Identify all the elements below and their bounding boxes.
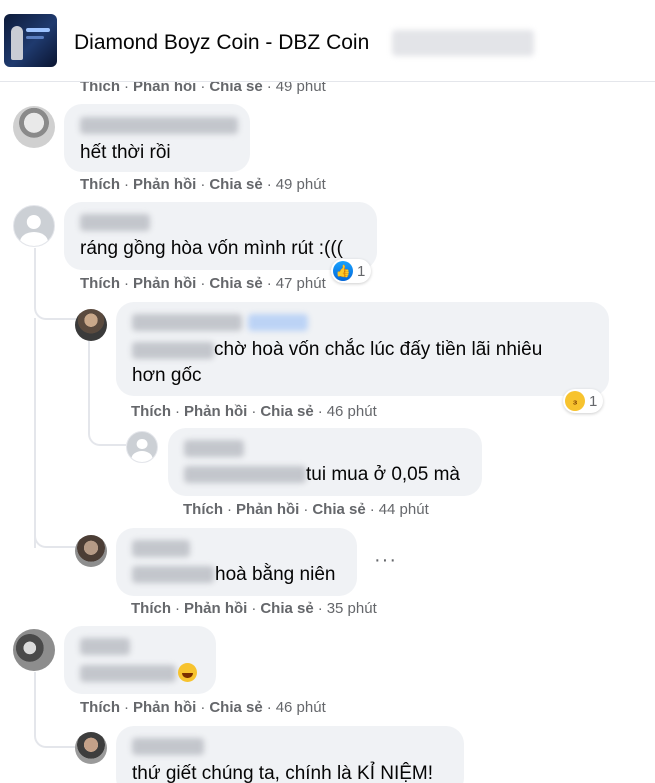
reply-actions: Thích · Phản hồi · Chia sẻ · 35 phút — [131, 600, 377, 617]
like-link[interactable]: Thích — [80, 275, 120, 292]
redacted-tag — [248, 314, 308, 331]
share-link[interactable]: Chia sẻ — [260, 600, 313, 617]
comment-bubble: hết thời rồi — [64, 104, 250, 172]
like-link[interactable]: Thích — [131, 600, 171, 617]
reply-link[interactable]: Phản hồi — [133, 699, 196, 716]
like-link[interactable]: Thích — [80, 699, 120, 716]
reaction-badge[interactable]: 👍 1 — [331, 259, 372, 283]
reply-link[interactable]: Phản hồi — [184, 403, 247, 420]
reply-link[interactable]: Phản hồi — [133, 275, 196, 292]
reply-text: chờ hoà vốn chắc lúc đấy tiền lãi nhiêu — [214, 339, 543, 360]
reply-bubble: thứ giết chúng ta, chính là KỈ NIỆM! — [116, 726, 464, 783]
timestamp[interactable]: 44 phút — [379, 501, 429, 518]
redacted-author-name — [132, 738, 204, 755]
share-link[interactable]: Chia sẻ — [209, 176, 262, 193]
like-icon: 👍 — [333, 261, 353, 281]
replier-avatar[interactable] — [75, 535, 107, 567]
redacted-author-name — [184, 440, 244, 457]
replier-avatar[interactable] — [75, 309, 107, 341]
haha-icon: ₃ — [565, 391, 585, 411]
comment-bubble: ráng gồng hòa vốn mình rút :((( — [64, 202, 377, 270]
comment-bubble — [64, 626, 216, 694]
timestamp[interactable]: 46 phút — [276, 699, 326, 716]
reply-text: hoà bằng niên — [215, 564, 336, 585]
thumbnail-subtitle-bar — [26, 36, 44, 39]
thread-connector — [34, 496, 76, 548]
reply-bubble: hoà bằng niên — [116, 528, 357, 596]
redacted-author-name — [80, 214, 150, 231]
person-figure-icon — [11, 26, 23, 60]
reply-text: thứ giết chúng ta, chính là KỈ NIỆM! — [132, 763, 434, 783]
commenter-avatar[interactable] — [13, 106, 55, 148]
redacted-author-name — [132, 314, 242, 331]
redacted-mention — [80, 665, 176, 682]
redacted-author-name — [80, 638, 130, 655]
comment-text: hết thời rồi — [80, 142, 171, 163]
page-avatar[interactable] — [4, 14, 57, 67]
post-header: Diamond Boyz Coin - DBZ Coin — [0, 0, 655, 82]
comment-actions: Thích · Phản hồi · Chia sẻ · 46 phút — [80, 699, 326, 716]
reply-link[interactable]: Phản hồi — [184, 600, 247, 617]
reply-actions: Thích · Phản hồi · Chia sẻ · 44 phút — [183, 501, 429, 518]
default-avatar-icon[interactable] — [13, 205, 55, 247]
redacted-mention — [132, 566, 214, 583]
laughing-emoji-icon — [178, 663, 197, 682]
reply-actions: Thích · Phản hồi · Chia sẻ · 46 phút — [131, 403, 377, 420]
commenter-avatar[interactable] — [13, 629, 55, 671]
share-link[interactable]: Chia sẻ — [209, 699, 262, 716]
thumbnail-title-bar — [26, 28, 50, 32]
like-link[interactable]: Thích — [183, 501, 223, 518]
redacted-author-name — [80, 117, 238, 134]
comment-actions: Thích · Phản hồi · Chia sẻ · 47 phút — [80, 275, 326, 292]
like-link[interactable]: Thích — [131, 403, 171, 420]
timestamp[interactable]: 35 phút — [327, 600, 377, 617]
page-title[interactable]: Diamond Boyz Coin - DBZ Coin — [74, 31, 369, 55]
redacted-mention — [184, 466, 306, 483]
reply-bubble: tui mua ở 0,05 mà — [168, 428, 482, 496]
timestamp[interactable]: 47 phút — [276, 275, 326, 292]
comment-text: ráng gồng hòa vốn mình rút :((( — [80, 238, 343, 259]
timestamp[interactable]: 46 phút — [327, 403, 377, 420]
replier-avatar[interactable] — [75, 732, 107, 764]
comment-text — [176, 662, 197, 686]
reply-link[interactable]: Phản hồi — [133, 176, 196, 193]
more-options-icon[interactable]: ··· — [374, 549, 397, 572]
like-link[interactable]: Thích — [80, 176, 120, 193]
reaction-badge[interactable]: ₃1 — [563, 389, 604, 413]
thread-connector — [34, 672, 76, 748]
redacted-author-name — [132, 540, 190, 557]
share-link[interactable]: Chia sẻ — [312, 501, 365, 518]
share-link[interactable]: Chia sẻ — [209, 275, 262, 292]
reply-text: tui mua ở 0,05 mà — [306, 464, 460, 485]
reply-link[interactable]: Phản hồi — [236, 501, 299, 518]
redacted-title-suffix — [392, 30, 534, 56]
timestamp[interactable]: 49 phút — [276, 176, 326, 193]
comment-actions: Thích · Phản hồi · Chia sẻ · 49 phút — [80, 176, 326, 193]
share-link[interactable]: Chia sẻ — [260, 403, 313, 420]
default-avatar-icon[interactable] — [126, 431, 158, 463]
reply-bubble: chờ hoà vốn chắc lúc đấy tiền lãi nhiêu … — [116, 302, 609, 396]
reaction-count: 1 — [589, 392, 598, 410]
redacted-mention — [132, 342, 214, 359]
reaction-count: 1 — [357, 262, 366, 280]
reply-text: hơn gốc — [132, 365, 202, 386]
